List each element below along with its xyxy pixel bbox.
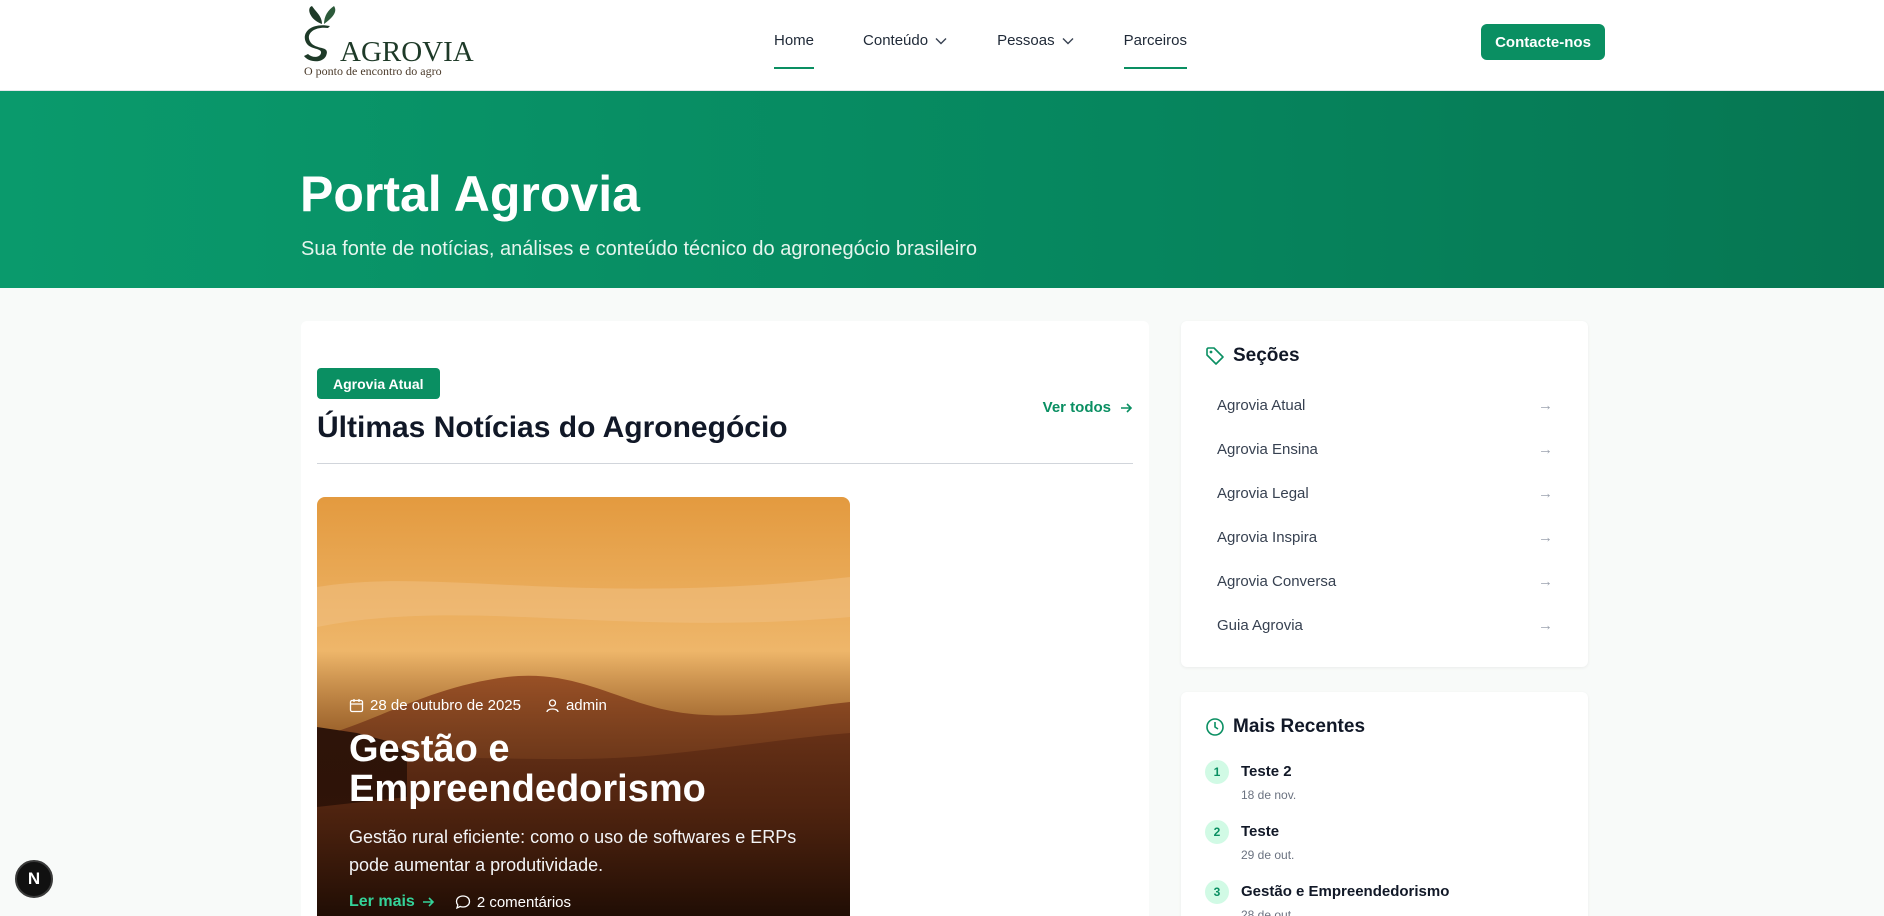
recent-post-date: 18 de nov.	[1241, 788, 1297, 802]
section-link-label: Guia Agrovia	[1217, 617, 1303, 634]
recent-header: Mais Recentes	[1205, 716, 1365, 738]
sections-header: Seções	[1205, 345, 1300, 367]
agrovia-logo[interactable]: AGROVIA O ponto de encontro do agro	[300, 4, 474, 80]
arrow-right-icon: →	[1538, 529, 1553, 546]
contact-button[interactable]: Contacte-nos	[1481, 24, 1605, 60]
section-title: Últimas Notícias do Agronegócio	[317, 411, 788, 444]
recent-rank: 2	[1205, 820, 1229, 844]
recent-title: Mais Recentes	[1233, 716, 1366, 737]
recent-post-date: 28 de out.	[1241, 908, 1295, 916]
section-link-agrovia-legal[interactable]: Agrovia Legal →	[1217, 485, 1553, 502]
clock-icon	[1206, 718, 1224, 736]
section-divider	[317, 463, 1133, 464]
chevron-down-icon	[1062, 38, 1074, 45]
hero-title: Portal Agrovia	[300, 166, 640, 222]
article-title[interactable]: Gestão e Empreendedorismo	[349, 729, 819, 809]
read-more-link[interactable]: Ler mais	[349, 893, 435, 911]
main-nav: Home Conteúdo Pessoas Parceiros	[774, 0, 1236, 91]
comments-label: 2 comentários	[476, 893, 572, 911]
sections-title: Seções	[1233, 345, 1300, 366]
section-link-agrovia-atual[interactable]: Agrovia Atual →	[1217, 397, 1553, 414]
nav-parceiros-label: Parceiros	[1123, 32, 1187, 49]
recent-rank: 3	[1205, 880, 1229, 904]
read-more-label: Ler mais	[349, 893, 415, 910]
section-link-label: Agrovia Legal	[1217, 485, 1309, 502]
section-link-label: Agrovia Ensina	[1217, 441, 1318, 458]
comments-count[interactable]: 2 comentários	[455, 894, 571, 911]
arrow-right-icon: →	[1538, 441, 1553, 458]
calendar-icon	[349, 699, 364, 713]
recent-post-title[interactable]: Teste 2	[1241, 763, 1292, 780]
nav-conteudo[interactable]: Conteúdo	[863, 0, 948, 70]
news-section: Agrovia Atual Últimas Notícias do Agrone…	[301, 321, 1149, 916]
section-link-guia-agrovia[interactable]: Guia Agrovia →	[1217, 617, 1553, 634]
see-all-label: Ver todos	[1042, 399, 1111, 416]
nav-pessoas-label: Pessoas	[997, 32, 1055, 49]
section-link-label: Agrovia Atual	[1217, 397, 1306, 414]
user-icon	[546, 699, 559, 713]
nav-parceiros[interactable]: Parceiros	[1123, 0, 1188, 70]
site-header: AGROVIA O ponto de encontro do agro Home…	[0, 0, 1884, 91]
arrow-right-icon	[422, 897, 434, 907]
featured-article[interactable]: 28 de outubro de 2025 admin Gestão e Emp…	[317, 497, 850, 916]
article-meta: 28 de outubro de 2025 admin	[349, 697, 607, 714]
arrow-right-icon	[1121, 402, 1133, 413]
section-link-label: Agrovia Conversa	[1217, 573, 1337, 590]
recent-post-date: 29 de out.	[1241, 848, 1295, 862]
section-link-label: Agrovia Inspira	[1217, 529, 1318, 546]
arrow-right-icon: →	[1538, 397, 1553, 414]
nav-pessoas[interactable]: Pessoas	[997, 0, 1075, 70]
recent-post-title[interactable]: Teste	[1241, 823, 1279, 840]
article-author: admin	[565, 697, 607, 714]
section-badge[interactable]: Agrovia Atual	[317, 368, 440, 399]
leaf-s-logo-icon	[304, 6, 336, 62]
tag-icon	[1206, 347, 1224, 365]
recent-rank: 1	[1205, 760, 1229, 784]
article-date: 28 de outubro de 2025	[370, 697, 521, 714]
section-link-agrovia-inspira[interactable]: Agrovia Inspira →	[1217, 529, 1553, 546]
nav-home-label: Home	[774, 32, 815, 49]
article-excerpt: Gestão rural eficiente: como o uso de so…	[349, 827, 797, 875]
sections-card: Seções Agrovia Atual → Agrovia Ensina → …	[1181, 321, 1588, 667]
arrow-right-icon: →	[1538, 485, 1553, 502]
hero-banner: Portal Agrovia Sua fonte de notícias, an…	[0, 91, 1884, 288]
section-link-agrovia-ensina[interactable]: Agrovia Ensina →	[1217, 441, 1553, 458]
section-link-agrovia-conversa[interactable]: Agrovia Conversa →	[1217, 573, 1553, 590]
arrow-right-icon: →	[1538, 573, 1553, 590]
nextjs-dev-badge[interactable]: N	[15, 860, 53, 898]
see-all-link[interactable]: Ver todos	[1043, 399, 1133, 416]
arrow-right-icon: →	[1538, 617, 1553, 634]
logo-tagline: O ponto de encontro do agro	[304, 64, 442, 78]
article-footer: Ler mais 2 comentários	[349, 893, 571, 911]
comment-icon	[455, 895, 470, 910]
hero-subtitle: Sua fonte de notícias, análises e conteú…	[301, 238, 978, 260]
nav-conteudo-label: Conteúdo	[863, 32, 929, 49]
nav-home[interactable]: Home	[774, 0, 815, 70]
recent-card: Mais Recentes 1 Teste 2 18 de nov. 2 Tes…	[1181, 692, 1588, 916]
recent-post-title[interactable]: Gestão e Empreendedorismo	[1241, 883, 1449, 900]
chevron-down-icon	[935, 38, 947, 45]
